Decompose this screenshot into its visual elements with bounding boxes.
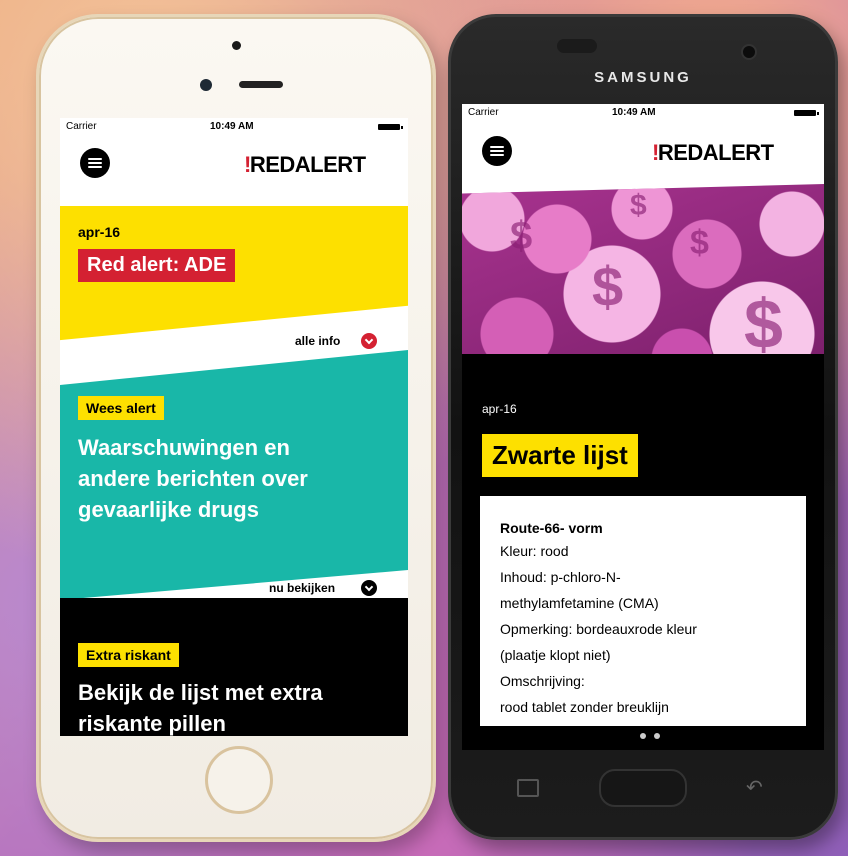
detail-line: Kleur: rood [500, 543, 569, 559]
alle-info-link[interactable]: alle info [295, 334, 340, 348]
menu-button[interactable] [80, 148, 110, 178]
front-camera-icon [741, 44, 757, 60]
page-dot[interactable] [640, 733, 646, 739]
status-bar: Carrier 10:49 AM [60, 118, 408, 136]
extra-riskant-tag: Extra riskant [78, 643, 179, 667]
blacklist-date: apr-16 [482, 402, 517, 416]
sensor-bar [557, 39, 597, 53]
pill-name: Route-66- vorm [500, 520, 603, 536]
page-dot[interactable] [654, 733, 660, 739]
carrier-label: Carrier [468, 107, 499, 118]
iphone-screen: Carrier 10:49 AM !REDALERT apr-16 Red al… [60, 118, 408, 736]
redalert-logo[interactable]: !REDALERT [244, 152, 366, 178]
pills-photo: $ $ $ $ $ [462, 184, 824, 374]
status-time: 10:49 AM [210, 121, 254, 132]
detail-line: Omschrijving: [500, 673, 585, 689]
detail-line: Opmerking: bordeauxrode kleur [500, 621, 697, 637]
detail-line: rood tablet zonder breuklijn [500, 699, 669, 715]
dollar-pill-icon: $ [630, 189, 647, 222]
chevron-down-icon[interactable] [361, 333, 377, 349]
status-bar: Carrier 10:49 AM [462, 104, 824, 122]
extra-risky-heading[interactable]: Bekijk de lijst met extra riskante pille… [78, 677, 403, 736]
page-dot-active[interactable] [626, 733, 632, 739]
iphone-device: Carrier 10:49 AM !REDALERT apr-16 Red al… [36, 14, 436, 842]
battery-icon [378, 124, 403, 130]
pill-detail-card[interactable]: Route-66- vorm Kleur: rood Inhoud: p-chl… [480, 496, 806, 726]
battery-icon [794, 110, 819, 116]
dollar-pill-icon: $ [592, 255, 624, 318]
dollar-pill-icon: $ [744, 285, 783, 363]
hamburger-icon [88, 158, 102, 160]
redalert-logo[interactable]: !REDALERT [652, 140, 774, 166]
earpiece-speaker [239, 81, 283, 88]
dollar-pill-icon: $ [690, 224, 709, 262]
back-icon[interactable]: ↶ [746, 775, 763, 800]
camera-icon [232, 41, 241, 50]
dollar-pill-icon: $ [510, 214, 533, 258]
warnings-heading: Waarschuwingen en andere berichten over … [78, 435, 308, 522]
front-camera-icon [200, 79, 212, 91]
card-edge [806, 496, 824, 536]
menu-button[interactable] [482, 136, 512, 166]
blacklist-title: Zwarte lijst [482, 434, 638, 477]
samsung-device: SAMSUNG Carrier 10:49 AM !REDALERT $ $ $… [448, 14, 838, 840]
chevron-down-icon[interactable] [361, 580, 377, 596]
recent-apps-icon[interactable] [517, 779, 539, 797]
alert-title[interactable]: Red alert: ADE [78, 249, 236, 282]
detail-line: methylamfetamine (CMA) [500, 595, 659, 611]
detail-line: (plaatje klopt niet) [500, 647, 611, 663]
nu-bekijken-link[interactable]: nu bekijken [269, 581, 335, 595]
nu-bekijken-label: nu bekijken [269, 581, 336, 595]
detail-line: Inhoud: p-chloro-N- [500, 569, 621, 585]
home-button[interactable] [205, 746, 273, 814]
samsung-screen: Carrier 10:49 AM !REDALERT $ $ $ $ $ apr… [462, 104, 824, 750]
status-time: 10:49 AM [612, 107, 656, 118]
home-button[interactable] [599, 769, 687, 807]
pill-details: Kleur: rood Inhoud: p-chloro-N- methylam… [500, 538, 800, 720]
pagination-dots[interactable] [462, 726, 824, 744]
carrier-label: Carrier [66, 121, 97, 132]
alert-date: apr-16 [78, 224, 121, 240]
hamburger-icon [490, 146, 504, 148]
wees-alert-tag: Wees alert [78, 396, 164, 420]
samsung-brand: SAMSUNG [594, 69, 692, 86]
alle-info-label: alle info [295, 334, 341, 348]
